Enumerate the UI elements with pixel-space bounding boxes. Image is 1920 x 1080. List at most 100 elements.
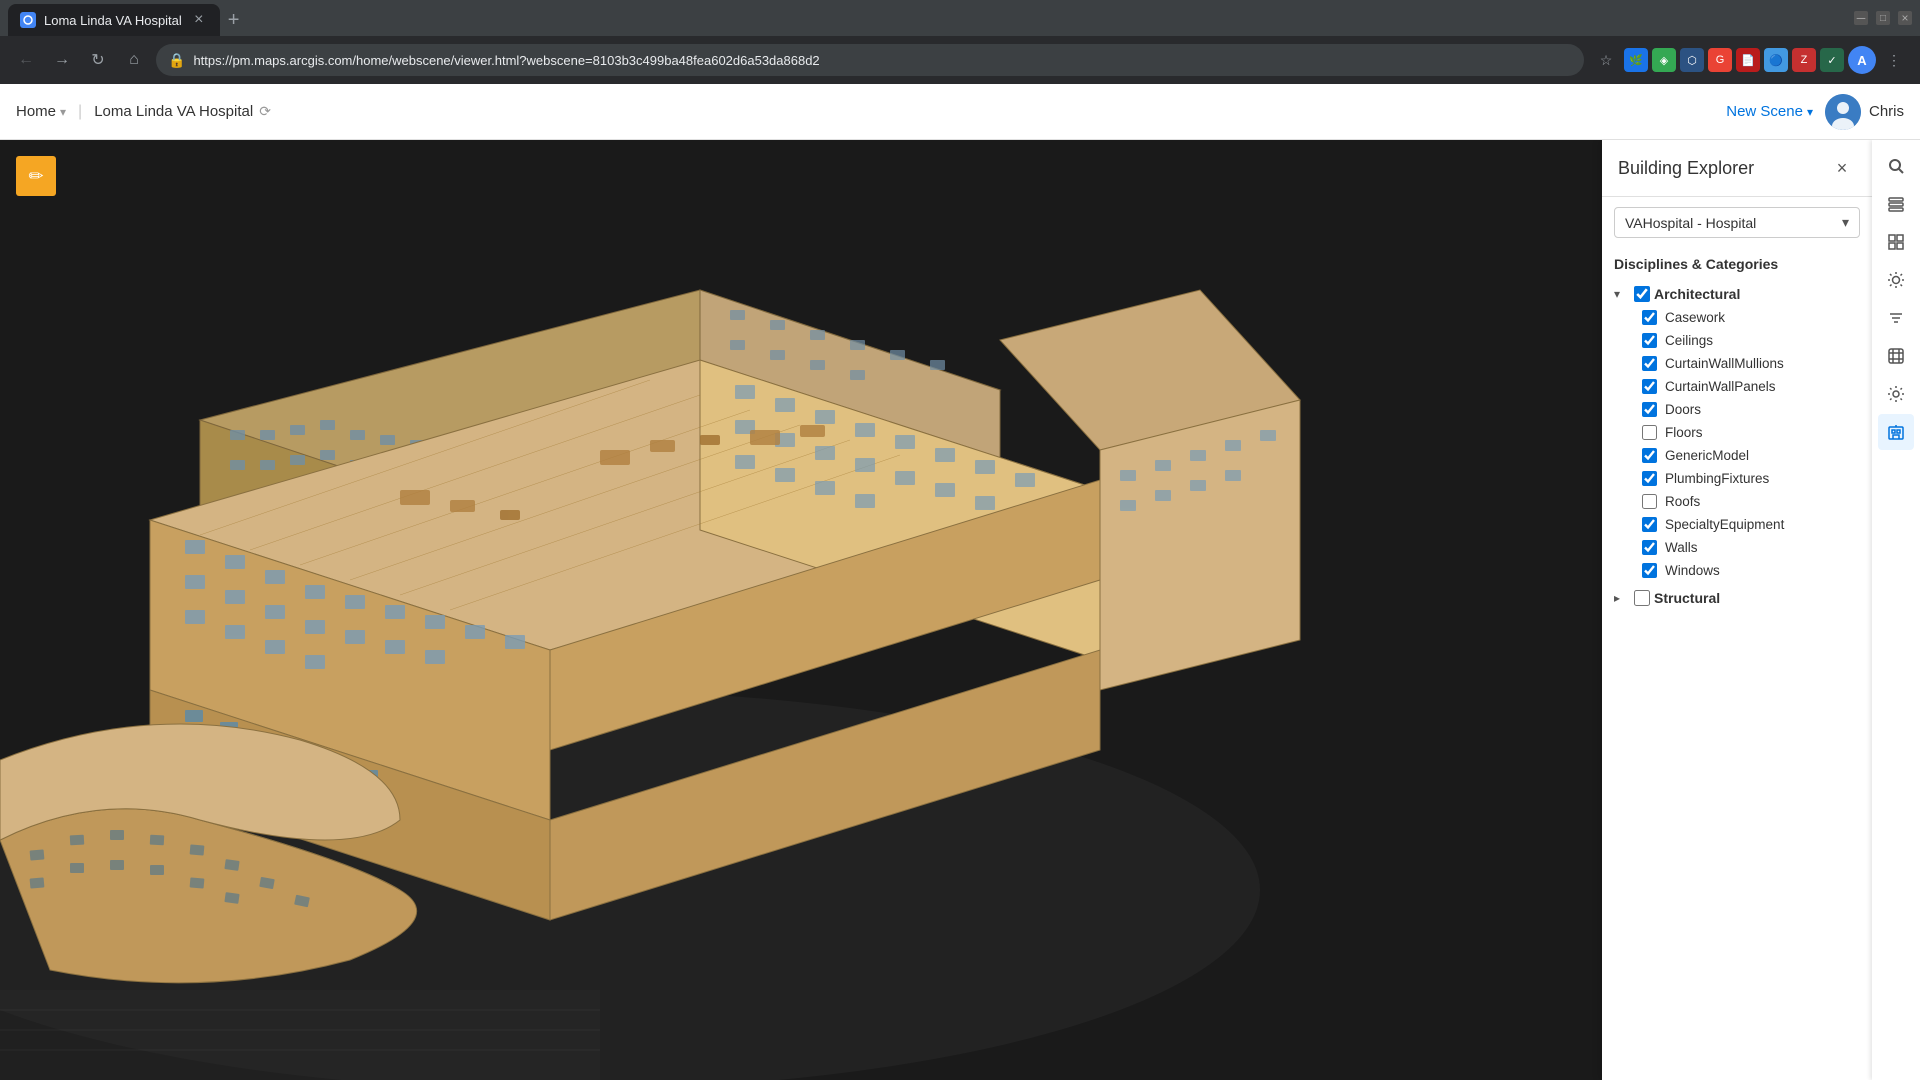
title-refresh-icon[interactable]: ⟳ (259, 103, 271, 120)
ext-icon-4[interactable]: G (1708, 48, 1732, 72)
item-checkbox-windows[interactable] (1642, 563, 1657, 578)
new-tab-button[interactable]: + (220, 5, 248, 36)
app-page-title: Loma Linda VA Hospital (94, 103, 253, 120)
item-row-genericmodel[interactable]: GenericModel (1634, 444, 1868, 467)
menu-button[interactable]: ⋮ (1880, 46, 1908, 74)
search-icon[interactable] (1878, 148, 1914, 184)
chevron-icon: ▸ (1614, 591, 1630, 605)
category-items-architectural: Casework Ceilings CurtainWallMullions Cu… (1606, 306, 1868, 582)
right-toolbar (1872, 140, 1920, 1080)
item-label-doors: Doors (1665, 402, 1701, 417)
home-button[interactable]: ⌂ (120, 46, 148, 74)
item-row-casework[interactable]: Casework (1634, 306, 1868, 329)
dropdown-arrow-icon: ▾ (1842, 214, 1849, 231)
building-explorer-close[interactable]: × (1828, 154, 1856, 182)
category-group-architectural: ▾ Architectural Casework Ceilings Curtai… (1606, 280, 1868, 584)
building-icon[interactable] (1878, 414, 1914, 450)
minimize-btn[interactable]: ─ (1854, 11, 1868, 25)
app-bar: Home ▾ | Loma Linda VA Hospital ⟳ New Sc… (0, 84, 1920, 140)
browser-toolbar: ← → ↻ ⌂ 🔒 https://pm.maps.arcgis.com/hom… (0, 36, 1920, 84)
building-dropdown-value: VAHospital - Hospital (1625, 215, 1842, 231)
category-header-architectural[interactable]: ▾ Architectural (1606, 282, 1868, 306)
tab-bar: Loma Linda VA Hospital × + (8, 0, 1846, 36)
item-checkbox-plumbingfixtures[interactable] (1642, 471, 1657, 486)
profile-icon[interactable]: A (1848, 46, 1876, 74)
building-explorer-header: Building Explorer × (1602, 140, 1872, 197)
building-explorer-panel: Building Explorer × VAHospital - Hospita… (1602, 140, 1872, 1080)
edit-button[interactable]: ✏ (16, 156, 56, 196)
close-icon: × (1837, 158, 1848, 179)
item-row-specialtyequipment[interactable]: SpecialtyEquipment (1634, 513, 1868, 536)
item-row-floors[interactable]: Floors (1634, 421, 1868, 444)
item-label-roofs: Roofs (1665, 494, 1700, 509)
close-window-btn[interactable]: × (1898, 11, 1912, 25)
item-checkbox-roofs[interactable] (1642, 494, 1657, 509)
maximize-btn[interactable]: □ (1876, 11, 1890, 25)
active-tab[interactable]: Loma Linda VA Hospital × (8, 4, 220, 36)
main-content: ✏ Building Explorer × VAHospital - Hospi… (0, 140, 1920, 1080)
item-checkbox-genericmodel[interactable] (1642, 448, 1657, 463)
tab-close-btn[interactable]: × (190, 11, 208, 29)
item-row-walls[interactable]: Walls (1634, 536, 1868, 559)
ext-icon-6[interactable]: 🔵 (1764, 48, 1788, 72)
item-label-plumbingfixtures: PlumbingFixtures (1665, 471, 1769, 486)
item-checkbox-floors[interactable] (1642, 425, 1657, 440)
filter-icon[interactable] (1878, 300, 1914, 336)
settings-icon[interactable] (1878, 376, 1914, 412)
item-checkbox-walls[interactable] (1642, 540, 1657, 555)
ext-icon-7[interactable]: Z (1792, 48, 1816, 72)
item-label-casework: Casework (1665, 310, 1725, 325)
bookmark-button[interactable]: ☆ (1592, 46, 1620, 74)
item-row-ceilings[interactable]: Ceilings (1634, 329, 1868, 352)
ext-icon-1[interactable]: 🌿 (1624, 48, 1648, 72)
basemap-icon[interactable] (1878, 224, 1914, 260)
item-checkbox-casework[interactable] (1642, 310, 1657, 325)
ext-icon-3[interactable]: ⬡ (1680, 48, 1704, 72)
item-checkbox-specialtyequipment[interactable] (1642, 517, 1657, 532)
analysis-icon[interactable] (1878, 338, 1914, 374)
home-link[interactable]: Home ▾ (16, 103, 66, 120)
ext-icon-5[interactable]: 📄 (1736, 48, 1760, 72)
item-checkbox-curtainwallmullions[interactable] (1642, 356, 1657, 371)
item-row-plumbingfixtures[interactable]: PlumbingFixtures (1634, 467, 1868, 490)
item-label-ceilings: Ceilings (1665, 333, 1713, 348)
category-checkbox-structural[interactable] (1634, 590, 1650, 606)
item-row-curtainwallmullions[interactable]: CurtainWallMullions (1634, 352, 1868, 375)
item-row-windows[interactable]: Windows (1634, 559, 1868, 582)
item-checkbox-curtainwallpanels[interactable] (1642, 379, 1657, 394)
app-bar-left: Home ▾ | Loma Linda VA Hospital ⟳ (16, 103, 271, 121)
item-checkbox-doors[interactable] (1642, 402, 1657, 417)
lock-icon: 🔒 (168, 52, 185, 69)
reload-button[interactable]: ↻ (84, 46, 112, 74)
categories-scroll-area[interactable]: ▾ Architectural Casework Ceilings Curtai… (1602, 280, 1872, 1080)
layers-icon[interactable] (1878, 186, 1914, 222)
url-display: https://pm.maps.arcgis.com/home/webscene… (193, 53, 1572, 68)
building-explorer-title: Building Explorer (1618, 158, 1754, 179)
ext-icon-8[interactable]: ✓ (1820, 48, 1844, 72)
item-row-roofs[interactable]: Roofs (1634, 490, 1868, 513)
category-checkbox-architectural[interactable] (1634, 286, 1650, 302)
toolbar-icons: ☆ 🌿 ◈ ⬡ G 📄 🔵 Z ✓ A ⋮ (1592, 46, 1908, 74)
back-button[interactable]: ← (12, 46, 40, 74)
sun-icon[interactable] (1878, 262, 1914, 298)
category-header-structural[interactable]: ▸ Structural (1606, 586, 1868, 610)
user-section[interactable]: Chris (1825, 94, 1904, 130)
item-label-walls: Walls (1665, 540, 1698, 555)
building-dropdown[interactable]: VAHospital - Hospital ▾ (1614, 207, 1860, 238)
address-bar[interactable]: 🔒 https://pm.maps.arcgis.com/home/websce… (156, 44, 1584, 76)
ext-icon-2[interactable]: ◈ (1652, 48, 1676, 72)
separator: | (78, 103, 82, 121)
app-bar-right: New Scene ▾ Chris (1726, 94, 1904, 130)
window-controls: ─ □ × (1854, 11, 1912, 25)
forward-button[interactable]: → (48, 46, 76, 74)
item-row-doors[interactable]: Doors (1634, 398, 1868, 421)
browser-chrome: Loma Linda VA Hospital × + ─ □ × (0, 0, 1920, 36)
new-scene-button[interactable]: New Scene ▾ (1726, 103, 1813, 120)
item-checkbox-ceilings[interactable] (1642, 333, 1657, 348)
tab-favicon (20, 12, 36, 28)
user-name: Chris (1869, 103, 1904, 120)
disciplines-label: Disciplines & Categories (1602, 248, 1872, 280)
user-avatar (1825, 94, 1861, 130)
item-row-curtainwallpanels[interactable]: CurtainWallPanels (1634, 375, 1868, 398)
category-label-structural: Structural (1654, 590, 1720, 606)
